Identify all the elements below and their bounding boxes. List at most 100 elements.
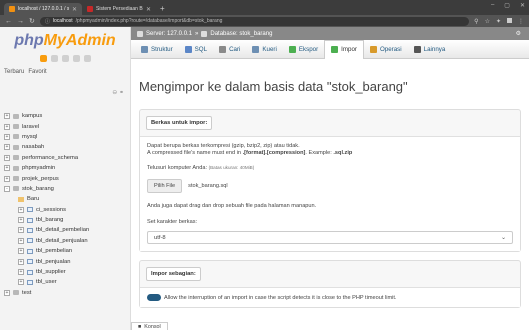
partial-import-section: Impor sebagian: Allow the interruption o… [139, 260, 521, 308]
expand-icon[interactable]: + [4, 175, 10, 182]
database-icon [13, 176, 19, 182]
favorites-tab[interactable]: Favorit [28, 68, 46, 76]
profile-icon[interactable] [507, 17, 512, 23]
interrupt-toggle[interactable] [147, 294, 161, 301]
tree-database-item[interactable]: + laravel [0, 121, 131, 131]
tree-table-item[interactable]: + tbl_barang [0, 215, 131, 225]
expand-icon[interactable]: + [18, 258, 24, 265]
reload-nav-icon[interactable] [83, 55, 91, 62]
tab-impor[interactable]: Impor [324, 39, 364, 59]
tree-item-label: tbl_detail_pembelian [36, 227, 90, 234]
nav-shortcuts [0, 55, 130, 64]
expand-icon[interactable]: + [4, 154, 10, 161]
menu-item-label: Operasi [379, 45, 402, 53]
tab-lainnya[interactable]: Lainnya [408, 40, 452, 59]
expand-icon[interactable]: + [18, 227, 24, 234]
tab-operasi[interactable]: Operasi [364, 40, 408, 59]
tree-table-item[interactable]: + tbl_detail_penjualan [0, 236, 131, 246]
wrench-icon [369, 45, 377, 53]
close-tab-icon[interactable]: ✕ [146, 6, 151, 13]
home-icon[interactable] [39, 55, 47, 62]
logout-icon[interactable] [50, 55, 58, 62]
tree-table-item[interactable]: + tbl_pembelian [0, 246, 131, 256]
tree-table-item[interactable]: + tbl_user [0, 277, 131, 287]
tree-item-label: Baru [27, 196, 40, 203]
tree-database-item[interactable]: + test [0, 288, 131, 298]
selected-file-name: stok_barang.sql [188, 183, 228, 189]
tree-database-item[interactable]: - stok_barang [0, 184, 131, 194]
phpmyadmin-logo[interactable]: phpMyAdmin [0, 27, 130, 55]
expand-icon[interactable]: + [4, 144, 10, 151]
window-controls: – ▢ ✕ [491, 2, 525, 9]
choose-file-button[interactable]: Pilih File [147, 179, 183, 193]
link-icon[interactable]: ⚭ [119, 90, 124, 96]
expand-icon[interactable]: + [4, 165, 10, 172]
table-icon [27, 279, 33, 285]
expand-icon[interactable]: + [18, 217, 24, 224]
settings-icon[interactable] [72, 55, 80, 62]
tab-label: localhost / 127.0.0.1 / stok_baran [18, 6, 69, 12]
breadcrumb-server[interactable]: Server: 127.0.0.1 [146, 31, 192, 37]
tree-database-item[interactable]: + projek_perpus [0, 173, 131, 183]
charset-value: utf-8 [154, 234, 166, 241]
docs-icon[interactable] [61, 55, 69, 62]
charset-label: Set karakter berkas: [147, 219, 198, 225]
tree-table-item[interactable]: + tbl_supplier [0, 267, 131, 277]
recent-tab[interactable]: Terbaru [4, 68, 24, 76]
minimize-icon[interactable]: – [491, 2, 494, 9]
extension-icon[interactable]: ✦ [496, 18, 501, 25]
expand-icon[interactable]: + [18, 206, 24, 213]
expand-icon[interactable]: + [4, 289, 10, 296]
tree-database-item[interactable]: + kampus [0, 111, 131, 121]
site-info-icon[interactable]: ⓘ [45, 18, 50, 25]
tree-database-item[interactable]: + performance_schema [0, 153, 131, 163]
maximize-icon[interactable]: ▢ [504, 2, 510, 9]
expand-icon[interactable]: + [4, 133, 10, 140]
close-tab-icon[interactable]: ✕ [72, 6, 77, 13]
console-toggle[interactable]: ■ Konsol [131, 322, 168, 330]
chevron-down-icon: ⌄ [501, 234, 506, 241]
tab-ekspor[interactable]: Ekspor [283, 40, 324, 59]
zoom-icon[interactable]: ⚲ [474, 18, 478, 25]
url-field[interactable]: ⓘ localhost/phpmyadmin/index.php?route=/… [39, 16, 470, 26]
new-tab-icon[interactable]: + [156, 3, 169, 15]
page-title: Mengimpor ke dalam basis data "stok_bara… [139, 79, 408, 94]
expand-icon[interactable]: + [18, 279, 24, 286]
interrupt-text: Allow the interruption of an import in c… [164, 294, 397, 301]
tree-table-item[interactable]: + ci_sessions [0, 205, 131, 215]
expand-icon[interactable]: + [18, 269, 24, 276]
bookmark-icon[interactable]: ☆ [485, 18, 490, 25]
breadcrumb-database[interactable]: Database: stok_barang [210, 31, 272, 37]
expand-icon[interactable]: + [4, 113, 10, 120]
forward-icon[interactable]: → [17, 18, 24, 25]
site-favicon-icon [87, 6, 93, 12]
tab-kueri[interactable]: Kueri [246, 40, 282, 59]
partial-section-legend: Impor sebagian: [146, 267, 201, 281]
tree-table-item[interactable]: + tbl_detail_pembelian [0, 225, 131, 235]
collapse-icon[interactable]: - [4, 185, 10, 192]
browser-tab-sistem[interactable]: Sistem Persediaan Barang ✕ [82, 3, 156, 15]
tab-sql[interactable]: SQL [179, 40, 213, 59]
collapse-all-icon[interactable]: ⊖ [112, 90, 117, 96]
tree-database-item[interactable]: + phpmyadmin [0, 163, 131, 173]
browser-tab-phpmyadmin[interactable]: localhost / 127.0.0.1 / stok_baran ✕ [4, 3, 82, 15]
charset-select[interactable]: utf-8 ⌄ [147, 231, 513, 244]
back-icon[interactable]: ← [5, 18, 12, 25]
close-window-icon[interactable]: ✕ [520, 2, 525, 9]
menu-item-label: Ekspor [298, 45, 319, 53]
tab-struktur[interactable]: Struktur [135, 40, 179, 59]
menu-item-label: Struktur [151, 45, 173, 53]
reload-icon[interactable]: ↻ [29, 17, 35, 25]
file-import-section: Berkas untuk impor: Dapat berupa berkas … [139, 109, 521, 252]
tree-new-item[interactable]: Baru [0, 194, 131, 204]
menu-icon[interactable]: ⋮ [518, 18, 524, 25]
expand-icon[interactable]: + [18, 248, 24, 255]
expand-icon[interactable]: + [4, 123, 10, 130]
tree-table-item[interactable]: + tbl_penjualan [0, 256, 131, 266]
tree-database-item[interactable]: + mysql [0, 132, 131, 142]
expand-icon[interactable]: + [18, 237, 24, 244]
tab-cari[interactable]: Cari [213, 40, 246, 59]
tree-database-item[interactable]: + nasabah [0, 142, 131, 152]
gear-icon[interactable]: ⚙ [516, 30, 521, 37]
table-icon [27, 238, 33, 244]
